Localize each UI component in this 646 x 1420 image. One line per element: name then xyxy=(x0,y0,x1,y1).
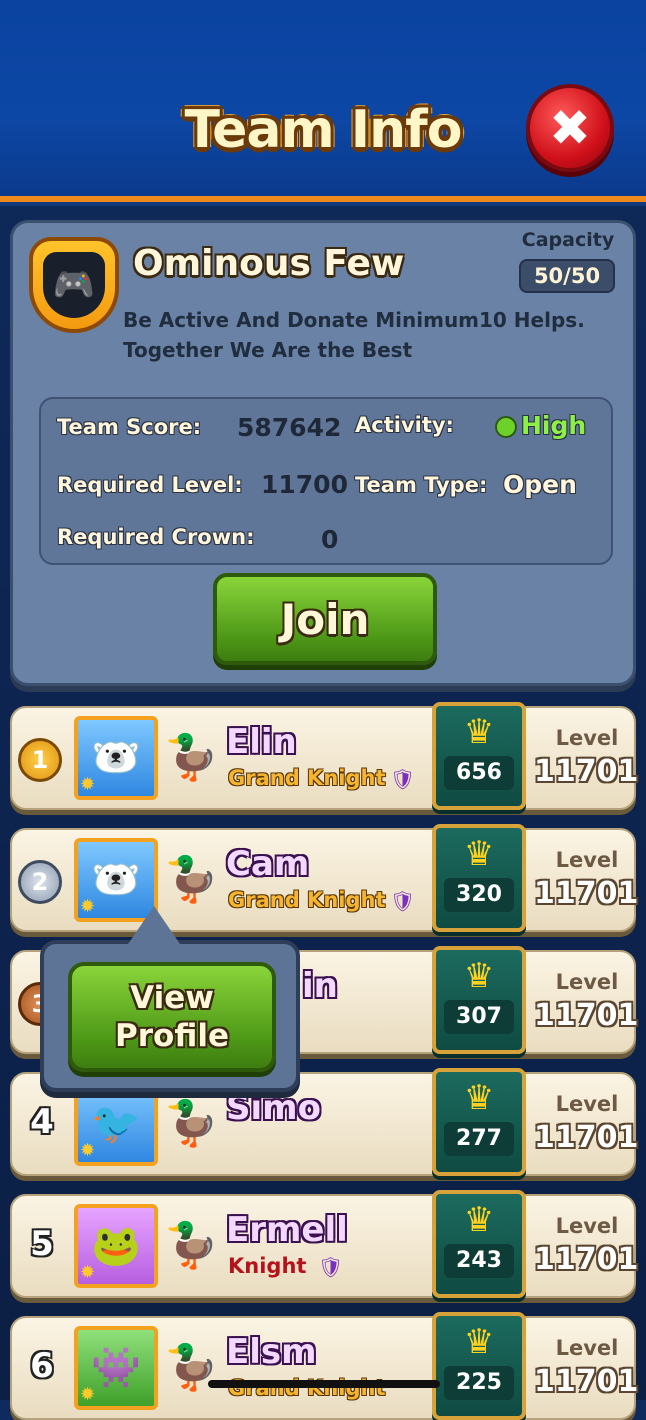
duck-icon: 🦆 xyxy=(164,732,219,783)
close-button[interactable]: ✖ xyxy=(526,84,614,172)
capacity-value: 50/50 xyxy=(519,259,615,293)
required-crown-label: Required Crown: xyxy=(57,525,255,549)
crown-icon: ♛ xyxy=(463,1078,495,1118)
polar-bear-icon: 🐻‍❄️ xyxy=(91,735,141,781)
team-score-value: 587642 xyxy=(237,413,342,442)
header-bar: Team Info ✖ xyxy=(0,0,646,202)
duck-icon: 🦆 xyxy=(164,854,219,905)
crown-box: ♛ 277 xyxy=(432,1068,526,1176)
member-row[interactable]: 6 👾 ✹ 🦆 Elsm Grand Knight ♛ 225 Level 117… xyxy=(10,1312,639,1420)
crown-box: ♛ 243 xyxy=(432,1190,526,1298)
member-name: in xyxy=(302,966,338,1006)
activity-label: Activity: xyxy=(355,413,454,437)
crown-count: 320 xyxy=(444,878,514,912)
level-label: Level xyxy=(555,848,619,872)
level-value: 11701 xyxy=(534,998,639,1033)
star-icon: ✹ xyxy=(80,896,96,917)
level-label: Level xyxy=(555,1214,619,1238)
star-icon: ✹ xyxy=(80,774,96,795)
crown-count: 225 xyxy=(444,1366,514,1400)
view-profile-label: View Profile xyxy=(115,980,229,1054)
level-value: 11701 xyxy=(534,1364,639,1399)
star-icon: ✹ xyxy=(80,1140,96,1161)
rank-number: 6 xyxy=(30,1346,54,1386)
level-value: 11701 xyxy=(534,1242,639,1277)
crown-icon: ♛ xyxy=(463,834,495,874)
level-value: 11701 xyxy=(534,754,639,789)
purple-creature-icon: 👾 xyxy=(91,1345,141,1391)
team-type-label: Team Type: xyxy=(355,473,488,497)
crown-box: ♛ 225 xyxy=(432,1312,526,1420)
shield-icon: 🛡 xyxy=(390,889,416,913)
member-role: Grand Knight xyxy=(228,766,386,790)
team-stats-box: Team Score: 587642 Activity: High Requir… xyxy=(39,397,613,565)
avatar[interactable]: 👾 ✹ xyxy=(74,1326,158,1410)
crown-count: 243 xyxy=(444,1244,514,1278)
shield-icon: 🛡 xyxy=(390,767,416,791)
required-level-label: Required Level: xyxy=(57,473,243,497)
close-icon: ✖ xyxy=(549,99,591,157)
member-name: Simo xyxy=(226,1088,321,1128)
member-row[interactable]: 1 🐻‍❄️ ✹ 🦆 Elin Grand Knight 🛡 ♛ 656 Leve… xyxy=(10,702,639,810)
popup-tail xyxy=(128,906,180,944)
level-label: Level xyxy=(555,1092,619,1116)
activity-value: High xyxy=(521,411,587,440)
crown-icon: ♛ xyxy=(463,1200,495,1240)
rank-medal-silver: 2 xyxy=(18,860,62,904)
crown-box: ♛ 656 xyxy=(432,702,526,810)
member-role: Knight xyxy=(228,1254,307,1278)
polar-bear-icon: 🐻‍❄️ xyxy=(91,857,141,903)
parrot-icon: 🐦 xyxy=(91,1101,141,1147)
team-type-value: Open xyxy=(503,470,577,499)
crown-count: 277 xyxy=(444,1122,514,1156)
team-info-panel: 🎮 Ominous Few Be Active And Donate Minim… xyxy=(10,220,636,686)
view-profile-popup: View Profile xyxy=(40,906,300,1092)
home-indicator[interactable] xyxy=(208,1380,440,1388)
level-label: Level xyxy=(555,1336,619,1360)
member-row[interactable]: 5 🐸 ✹ 🦆 Ermell Knight 🛡 ♛ 243 Level 11701 xyxy=(10,1190,639,1298)
pilot-frog-icon: 🐸 xyxy=(91,1223,141,1269)
member-name: Ermell xyxy=(226,1210,348,1250)
duck-icon: 🦆 xyxy=(164,1098,219,1149)
crown-icon: ♛ xyxy=(463,1322,495,1362)
capacity-label: Capacity xyxy=(521,229,615,251)
join-button[interactable]: Join xyxy=(213,573,437,665)
member-name: Elin xyxy=(226,722,297,762)
level-value: 11701 xyxy=(534,1120,639,1155)
crown-box: ♛ 320 xyxy=(432,824,526,932)
required-level-value: 11700 xyxy=(261,470,348,499)
activity-dot-icon xyxy=(495,416,517,438)
crown-icon: ♛ xyxy=(463,956,495,996)
rank-number: 4 xyxy=(30,1102,54,1142)
crown-count: 656 xyxy=(444,756,514,790)
member-name: Cam xyxy=(226,844,310,884)
team-score-label: Team Score: xyxy=(57,415,202,439)
level-value: 11701 xyxy=(534,876,639,911)
rank-medal-gold: 1 xyxy=(18,738,62,782)
team-name: Ominous Few xyxy=(133,243,405,284)
avatar[interactable]: 🐻‍❄️ ✹ xyxy=(74,716,158,800)
required-crown-value: 0 xyxy=(321,525,339,554)
crown-count: 307 xyxy=(444,1000,514,1034)
crown-icon: ♛ xyxy=(463,712,495,752)
member-role: Grand Knight xyxy=(228,888,386,912)
level-label: Level xyxy=(555,726,619,750)
avatar[interactable]: 🐦 ✹ xyxy=(74,1082,158,1166)
duck-icon: 🦆 xyxy=(164,1220,219,1271)
star-icon: ✹ xyxy=(80,1384,96,1405)
team-description: Be Active And Donate Minimum10 Helps. To… xyxy=(123,308,585,362)
rank-number: 5 xyxy=(30,1224,54,1264)
shield-icon: 🛡 xyxy=(318,1255,344,1279)
gamepad-icon: 🎮 xyxy=(43,252,105,318)
team-badge: 🎮 xyxy=(29,237,119,333)
avatar[interactable]: 🐸 ✹ xyxy=(74,1204,158,1288)
level-label: Level xyxy=(555,970,619,994)
star-icon: ✹ xyxy=(80,1262,96,1283)
activity-status: High xyxy=(495,411,586,440)
member-name: Elsm xyxy=(226,1332,317,1372)
member-row[interactable]: 2 🐻‍❄️ ✹ 🦆 Cam Grand Knight 🛡 ♛ 320 Level… xyxy=(10,824,639,932)
view-profile-button[interactable]: View Profile xyxy=(68,962,276,1072)
crown-box: ♛ 307 xyxy=(432,946,526,1054)
